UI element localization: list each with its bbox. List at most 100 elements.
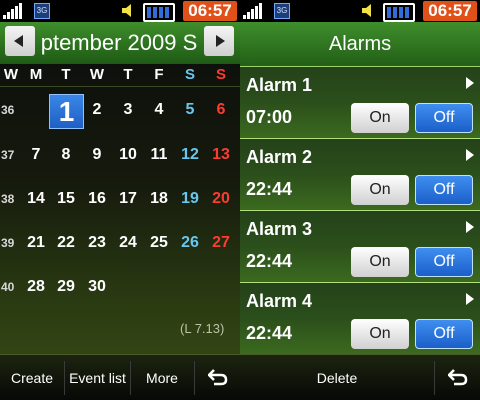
back-icon bbox=[208, 369, 228, 386]
day-cell[interactable]: 13 bbox=[208, 146, 234, 164]
day-cell[interactable]: 6 bbox=[208, 101, 234, 119]
alarm-on-button[interactable]: On bbox=[351, 103, 409, 133]
alarm-time: 22:44 bbox=[246, 323, 293, 343]
lunar-date: (L 7.13) bbox=[180, 321, 225, 336]
day-cell[interactable]: 9 bbox=[84, 146, 110, 164]
event-list-button[interactable]: Event list bbox=[65, 355, 130, 400]
weekday-label: S bbox=[215, 66, 226, 83]
alarm-time: 22:44 bbox=[246, 251, 293, 271]
alarms-screen: 3G 06:57 Alarms Alarm 1 07:00 On Off Ala… bbox=[240, 0, 480, 400]
day-cell[interactable]: 19 bbox=[177, 190, 203, 208]
alarm-time: 07:00 bbox=[246, 107, 293, 127]
chevron-right-icon[interactable] bbox=[466, 77, 474, 89]
day-cell[interactable]: 10 bbox=[115, 146, 141, 164]
day-cell[interactable]: 2 bbox=[84, 101, 110, 119]
alarm-on-button[interactable]: On bbox=[351, 319, 409, 349]
day-cell[interactable]: 26 bbox=[177, 234, 203, 252]
clock: 06:57 bbox=[423, 1, 477, 21]
page-title: Alarms bbox=[328, 33, 392, 55]
chevron-right-icon[interactable] bbox=[466, 293, 474, 305]
chevron-right-icon[interactable] bbox=[466, 149, 474, 161]
day-cell[interactable]: 20 bbox=[208, 190, 234, 208]
day-cell[interactable]: 28 bbox=[23, 278, 49, 296]
weekday-label: T bbox=[123, 66, 133, 83]
alarm-name: Alarm 1 bbox=[246, 75, 313, 95]
signal-strength-icon bbox=[3, 3, 25, 19]
day-cell[interactable]: 17 bbox=[115, 190, 141, 208]
alarm-name: Alarm 3 bbox=[246, 219, 313, 239]
day-number: 1 bbox=[58, 96, 75, 127]
alarm-time: 22:44 bbox=[246, 179, 293, 199]
chevron-right-icon bbox=[216, 35, 225, 47]
day-cell[interactable]: 25 bbox=[146, 234, 172, 252]
more-button[interactable]: More bbox=[131, 355, 193, 400]
network-icon: 3G bbox=[274, 3, 290, 19]
week-number: 40 bbox=[1, 280, 15, 294]
previous-month-button[interactable] bbox=[5, 26, 35, 56]
alarm-item[interactable]: Alarm 2 22:44 On Off bbox=[240, 139, 480, 211]
softkey-bar: Create Event list More bbox=[0, 354, 240, 400]
alarm-item[interactable]: Alarm 4 22:44 On Off bbox=[240, 283, 480, 355]
volume-icon bbox=[362, 4, 371, 17]
alarm-on-button[interactable]: On bbox=[351, 175, 409, 205]
battery-icon bbox=[143, 3, 175, 22]
week-number: 39 bbox=[1, 236, 15, 250]
day-cell[interactable]: 3 bbox=[115, 101, 141, 119]
day-cell[interactable]: 22 bbox=[53, 234, 79, 252]
month-title: ptember 2009 S bbox=[40, 30, 198, 55]
weekday-label: S bbox=[184, 66, 195, 83]
create-button[interactable]: Create bbox=[0, 355, 64, 400]
alarm-item[interactable]: Alarm 3 22:44 On Off bbox=[240, 211, 480, 283]
alarm-off-button[interactable]: Off bbox=[415, 103, 473, 133]
weekday-label: M bbox=[29, 66, 43, 83]
day-cell[interactable]: 14 bbox=[23, 190, 49, 208]
weekday-header: WMTWTFSS bbox=[0, 64, 240, 87]
day-cell[interactable]: 21 bbox=[23, 234, 49, 252]
back-button[interactable] bbox=[435, 355, 480, 400]
day-cell[interactable]: 4 bbox=[146, 101, 172, 119]
calendar-header: ptember 2009 S bbox=[0, 22, 240, 64]
week-number: 38 bbox=[1, 192, 15, 206]
clock: 06:57 bbox=[183, 1, 237, 21]
alarm-off-button[interactable]: Off bbox=[415, 247, 473, 277]
alarms-header: Alarms bbox=[240, 22, 480, 67]
status-bar: 3G 06:57 bbox=[0, 0, 240, 22]
week-number: 36 bbox=[1, 103, 15, 117]
day-cell[interactable]: 11 bbox=[146, 146, 172, 164]
day-cell[interactable]: 30 bbox=[84, 278, 110, 296]
day-cell[interactable]: 29 bbox=[53, 278, 79, 296]
day-cell[interactable]: 8 bbox=[53, 146, 79, 164]
day-cell[interactable]: 18 bbox=[146, 190, 172, 208]
weekday-label: T bbox=[61, 66, 71, 83]
next-month-button[interactable] bbox=[204, 26, 234, 56]
alarm-name: Alarm 2 bbox=[246, 147, 313, 167]
signal-strength-icon bbox=[243, 3, 265, 19]
day-cell[interactable]: 16 bbox=[84, 190, 110, 208]
alarm-off-button[interactable]: Off bbox=[415, 175, 473, 205]
day-cell[interactable]: 7 bbox=[23, 146, 49, 164]
day-cell[interactable]: 27 bbox=[208, 234, 234, 252]
week-number: 37 bbox=[1, 148, 15, 162]
delete-button[interactable]: Delete bbox=[240, 355, 434, 400]
weekday-label: W bbox=[89, 66, 105, 83]
alarm-item[interactable]: Alarm 1 07:00 On Off bbox=[240, 67, 480, 139]
day-cell[interactable]: 23 bbox=[84, 234, 110, 252]
volume-icon bbox=[122, 4, 131, 17]
alarm-off-button[interactable]: Off bbox=[415, 319, 473, 349]
day-cell[interactable]: 15 bbox=[53, 190, 79, 208]
day-cell[interactable]: 5 bbox=[177, 101, 203, 119]
day-cell[interactable]: 24 bbox=[115, 234, 141, 252]
battery-icon bbox=[383, 3, 415, 22]
alarm-name: Alarm 4 bbox=[246, 291, 313, 311]
weekday-label: F bbox=[154, 66, 164, 83]
back-icon bbox=[448, 369, 468, 386]
day-cell[interactable]: 12 bbox=[177, 146, 203, 164]
back-button[interactable] bbox=[195, 355, 240, 400]
network-icon: 3G bbox=[34, 3, 50, 19]
chevron-left-icon bbox=[14, 35, 23, 47]
chevron-right-icon[interactable] bbox=[466, 221, 474, 233]
today-cell[interactable]: 1 bbox=[49, 94, 84, 129]
calendar-screen: 3G 06:57 ptember 2009 S WMTWTFSS 36 1 2 3 4 5… bbox=[0, 0, 240, 400]
softkey-bar: Delete bbox=[240, 354, 480, 400]
alarm-on-button[interactable]: On bbox=[351, 247, 409, 277]
